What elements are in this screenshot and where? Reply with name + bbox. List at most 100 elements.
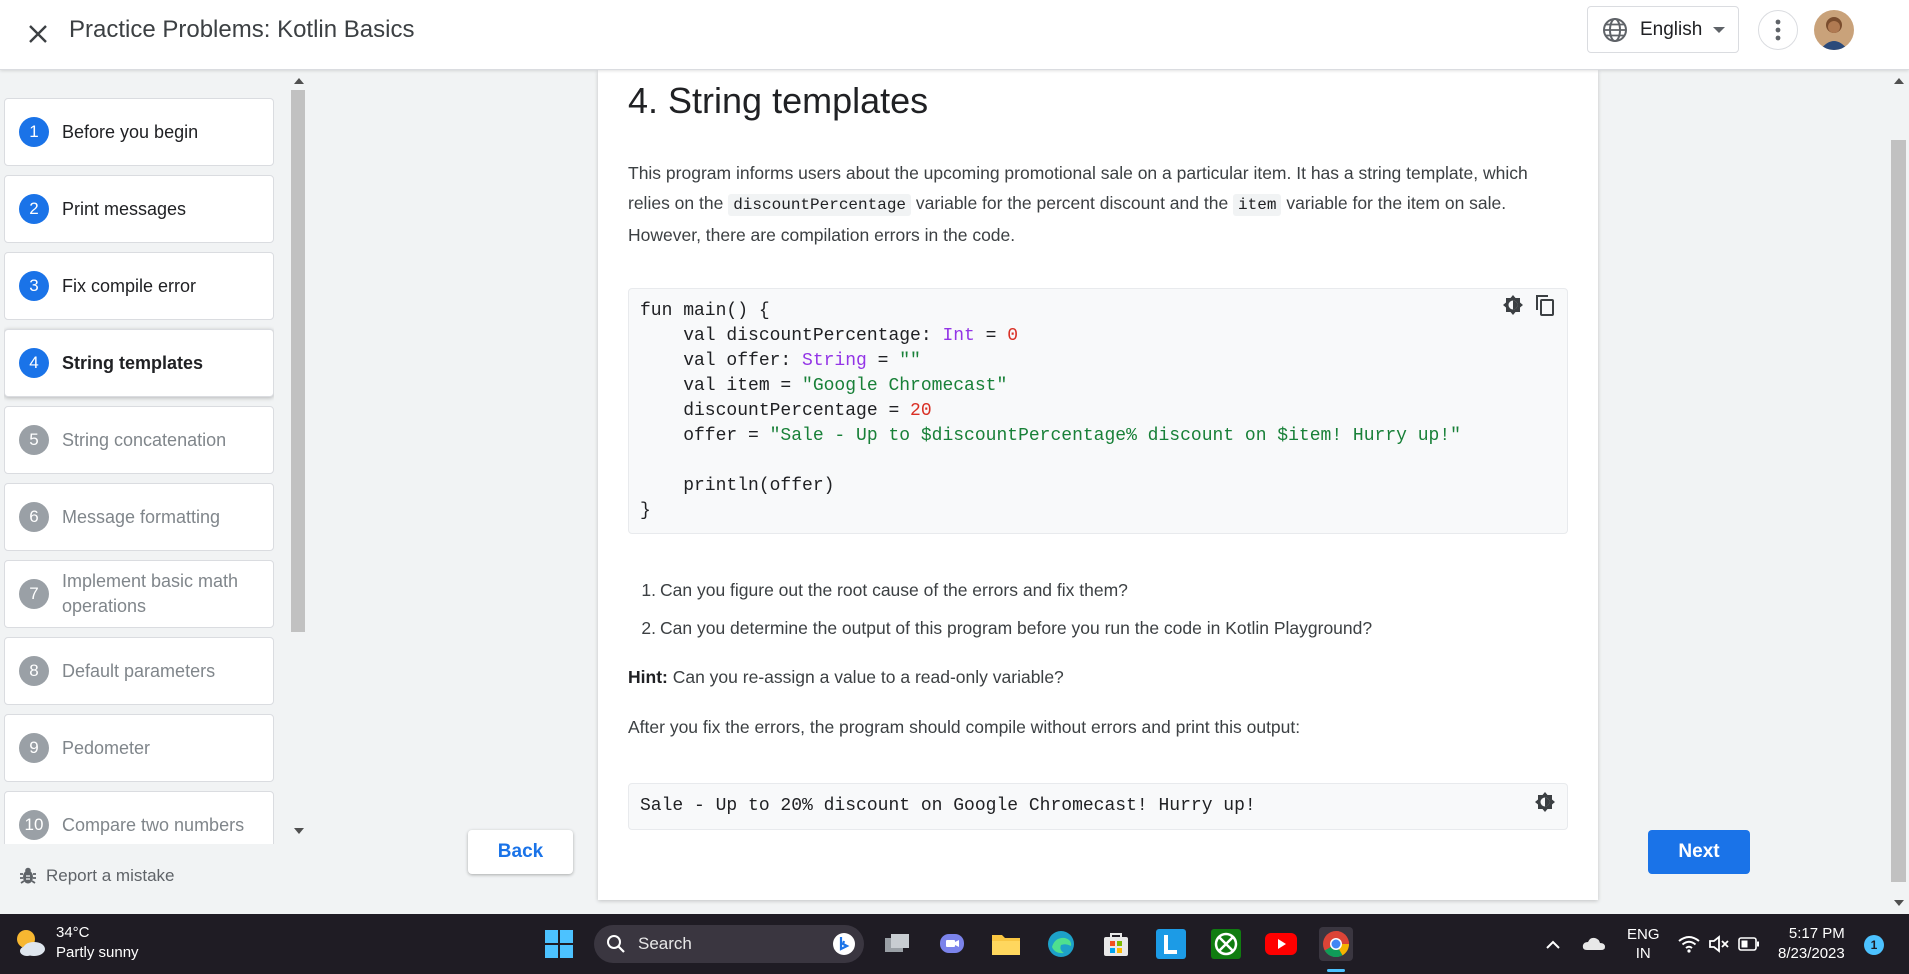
volume-muted-icon[interactable] [1708,914,1730,974]
clock-time: 5:17 PM [1788,925,1845,942]
code-block-toolbar [1501,293,1557,317]
step-item-6[interactable]: 6 Message formatting [4,483,274,551]
report-mistake-link[interactable]: Report a mistake [18,866,175,886]
weather-widget[interactable]: 34°C Partly sunny [12,923,139,963]
back-button[interactable]: Back [468,830,573,874]
clock[interactable]: 5:17 PM 8/23/2023 [1778,924,1845,964]
step-list: 1 Before you begin 2 Print messages 3 Fi… [4,98,274,912]
code-block: fun main() { val discountPercentage: Int… [628,288,1568,534]
avatar[interactable] [1814,10,1854,50]
step-number: 7 [19,579,49,609]
step-label: Print messages [62,198,187,219]
report-mistake-label: Report a mistake [46,866,175,885]
bing-icon [832,932,856,961]
step-item-1[interactable]: 1 Before you begin [4,98,274,166]
windows-icon [545,930,573,958]
scroll-down-icon[interactable] [1894,900,1904,906]
page-scroll-thumb[interactable] [1891,140,1906,882]
edge-browser-icon[interactable] [1044,927,1078,961]
lens-app-icon[interactable] [1154,927,1188,961]
bug-icon [18,866,38,886]
list-item: 2. Can you determine the output of this … [641,618,1373,638]
globe-icon [1602,17,1628,43]
sidebar-scroll-thumb[interactable] [291,90,305,632]
more-options-button[interactable] [1758,10,1798,50]
page-scrollbar[interactable] [1888,70,1909,914]
inline-code-discount: discountPercentage [728,194,912,216]
top-app-bar: Practice Problems: Kotlin Basics English [0,0,1909,70]
close-icon [29,25,47,43]
wifi-icon[interactable] [1678,914,1700,974]
battery-icon[interactable] [1738,914,1760,974]
step-number: 1 [19,117,49,147]
weather-desc: Partly sunny [56,944,139,961]
output-block: Sale - Up to 20% discount on Google Chro… [628,783,1568,830]
hint-text: Can you re-assign a value to a read-only… [667,667,1064,687]
step-item-5[interactable]: 5 String concatenation [4,406,274,474]
teams-chat-icon[interactable] [935,927,969,961]
step-label: Compare two numbers [62,814,245,835]
step-number: 10 [19,810,49,840]
inline-code-item: item [1233,194,1282,216]
clock-date: 8/23/2023 [1778,945,1845,962]
close-button[interactable] [18,14,58,54]
next-button[interactable]: Next [1648,830,1750,874]
onedrive-icon[interactable] [1582,914,1606,974]
tray-overflow-icon[interactable] [1545,914,1561,974]
search-icon [606,934,626,954]
theme-toggle-icon[interactable] [1501,293,1525,317]
step-item-2[interactable]: 2 Print messages [4,175,274,243]
step-number: 2 [19,194,49,224]
lang-code: ENG [1627,926,1660,943]
step-number: 8 [19,656,49,686]
more-vert-icon [1775,19,1781,41]
question-list: 1. Can you figure out the root cause of … [628,575,1568,651]
after-fix-paragraph: After you fix the errors, the program sh… [628,717,1301,737]
file-explorer-icon[interactable] [989,927,1023,961]
scroll-down-icon[interactable] [294,828,304,834]
scroll-up-icon[interactable] [1894,78,1904,84]
step-item-4[interactable]: 4 String templates [4,329,274,397]
step-label: Before you begin [62,121,199,142]
step-label: Implement basic math operations [62,571,239,616]
sidebar-scrollbar[interactable] [290,72,307,844]
step-label: Fix compile error [62,275,197,296]
list-item: 1. Can you figure out the root cause of … [641,580,1128,600]
intro-paragraph: This program informs users about the upc… [628,158,1568,250]
hint-label: Hint: [628,667,668,687]
step-item-8[interactable]: 8 Default parameters [4,637,274,705]
youtube-icon[interactable] [1264,927,1298,961]
language-selector[interactable]: English [1587,6,1739,53]
lang-region: IN [1635,945,1651,962]
scroll-up-icon[interactable] [294,78,304,84]
start-button[interactable] [545,930,573,963]
step-item-7[interactable]: 7 Implement basic math operations [4,560,274,628]
caret-down-icon [1712,26,1726,34]
copy-icon[interactable] [1533,293,1557,317]
active-app-indicator [1327,969,1345,972]
step-label: String concatenation [62,429,227,450]
partly-sunny-icon [17,930,45,956]
windows-taskbar: 34°C Partly sunny Search ENG IN 5:17 PM … [0,914,1909,974]
language-label: English [1640,18,1703,40]
task-view-icon[interactable] [880,927,914,961]
step-item-3[interactable]: 3 Fix compile error [4,252,274,320]
intro-text-b: variable for the percent discount and th… [911,193,1234,213]
theme-toggle-icon[interactable] [1533,790,1557,814]
taskbar-search[interactable]: Search [594,925,864,963]
notification-badge[interactable]: 1 [1864,935,1884,955]
code-text: fun main() { val discountPercentage: Int… [640,301,1461,521]
step-number: 4 [19,348,49,378]
output-text: Sale - Up to 20% discount on Google Chro… [640,796,1256,816]
step-item-9[interactable]: 9 Pedometer [4,714,274,782]
page-title: Practice Problems: Kotlin Basics [69,16,415,43]
chrome-icon[interactable] [1319,927,1353,961]
step-title: 4. String templates [628,80,929,121]
xbox-icon[interactable] [1209,927,1243,961]
input-language-indicator[interactable]: ENG IN [1627,914,1660,974]
step-label: Message formatting [62,506,221,527]
step-number: 3 [19,271,49,301]
microsoft-store-icon[interactable] [1099,927,1133,961]
hint-paragraph: Hint: Can you re-assign a value to a rea… [628,662,1568,692]
temperature: 34°C [56,924,90,941]
